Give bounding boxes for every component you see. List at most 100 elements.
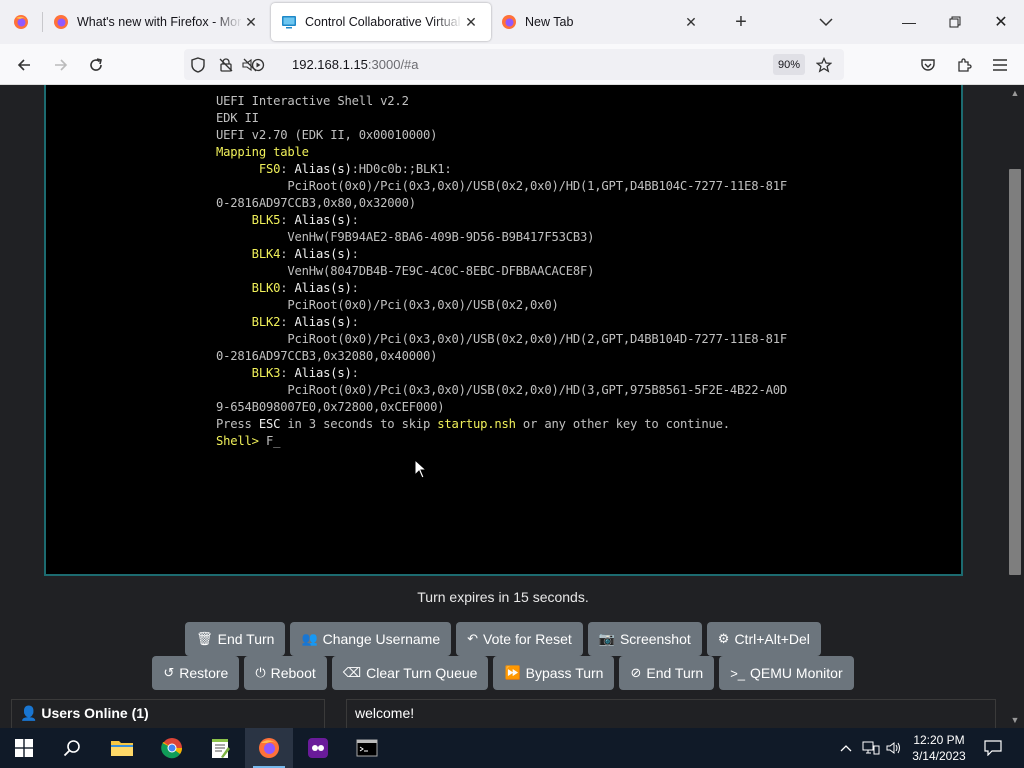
forward-button[interactable] <box>46 50 76 80</box>
taskbar-file-explorer[interactable] <box>98 728 146 768</box>
page-scrollbar[interactable]: ▲ ▼ <box>1006 85 1024 728</box>
console-text: or any other key to continue. <box>515 417 730 431</box>
scroll-up-icon[interactable]: ▲ <box>1010 88 1020 98</box>
console-text: PciRoot(0x0)/Pci(0x3,0x0)/USB(0x2,0x0)/H… <box>216 179 787 193</box>
screenshot-button[interactable]: 📷 Screenshot <box>587 622 702 656</box>
firefox-icon <box>259 738 279 758</box>
uefi-console-output: UEFI Interactive Shell v2.2 EDK II UEFI v2… <box>216 93 787 450</box>
extensions-button[interactable] <box>949 50 979 80</box>
firefox-view-button[interactable] <box>0 0 42 44</box>
end-turn-button[interactable]: ⊘ End Turn <box>619 656 715 690</box>
console-line: BLK0: Alias(s): <box>216 280 787 297</box>
taskbar-chrome[interactable] <box>148 728 196 768</box>
console-text: : <box>280 213 295 227</box>
permissions-blocked-icon[interactable] <box>217 56 235 74</box>
console-text: UEFI Interactive Shell v2.2 <box>216 94 409 108</box>
volume-tray-button[interactable] <box>884 728 904 768</box>
scroll-down-icon[interactable]: ▼ <box>1010 715 1020 725</box>
tab-close-icon[interactable]: ✕ <box>241 12 261 32</box>
network-tray-button[interactable] <box>860 728 882 768</box>
plus-icon: + <box>735 10 747 33</box>
notifications-button[interactable] <box>978 728 1008 768</box>
chevron-down-icon <box>819 18 833 27</box>
terminal-icon: >_ <box>730 665 746 681</box>
arrow-right-icon <box>55 59 68 71</box>
undo-icon: ↶ <box>467 631 479 646</box>
bookmark-star-icon[interactable] <box>814 55 834 75</box>
console-text: F_ <box>265 434 281 448</box>
trash-icon: 🗑 <box>196 631 213 646</box>
console-text: : <box>280 366 295 380</box>
tab-close-icon[interactable]: ✕ <box>461 12 481 32</box>
console-line: Press ESC in 3 seconds to skip startup.n… <box>216 416 787 433</box>
taskbar-app-purple[interactable] <box>294 728 342 768</box>
button-label: Clear Turn Queue <box>366 665 478 681</box>
zoom-level-button[interactable]: 90% <box>773 54 805 75</box>
url-text: 192.168.1.15:3000/#a <box>292 57 419 72</box>
bypass-turn-button[interactable]: ⏩ Bypass Turn <box>493 656 615 690</box>
list-all-tabs-button[interactable] <box>812 8 840 36</box>
pocket-button[interactable] <box>913 50 943 80</box>
tab-new-tab[interactable]: New Tab ✕ <box>491 3 711 41</box>
shield-icon[interactable] <box>189 56 207 74</box>
back-button[interactable] <box>9 50 39 80</box>
console-text: VenHw(8047DB4B-7E9C-4C0C-8EBC-DFBBAACACE… <box>216 264 595 278</box>
chat-panel: welcome! <box>346 699 996 728</box>
change-username-button[interactable]: 👥 Change Username <box>290 622 452 656</box>
console-text: Alias(s) <box>294 366 352 380</box>
console-line: PciRoot(0x0)/Pci(0x3,0x0)/USB(0x2,0x0)/H… <box>216 331 787 348</box>
url-bar[interactable]: 192.168.1.15:3000/#a 90% <box>184 49 844 80</box>
restore-button[interactable]: ↺ Restore <box>152 656 240 690</box>
notification-icon <box>984 740 1002 756</box>
qemu-monitor-button[interactable]: >_ QEMU Monitor <box>719 656 854 690</box>
close-window-button[interactable]: ✕ <box>978 0 1024 44</box>
purple-app-icon <box>308 738 328 758</box>
button-label: Vote for Reset <box>483 631 572 647</box>
vm-display[interactable]: UEFI Interactive Shell v2.2 EDK II UEFI v2… <box>44 85 963 576</box>
console-text: BLK4 <box>216 247 281 261</box>
console-text: Alias(s) <box>294 213 352 227</box>
console-line: Mapping table <box>216 144 787 161</box>
button-label: Restore <box>179 665 229 681</box>
end-turn-button[interactable]: 🗑 End Turn <box>185 622 286 656</box>
console-text: FS0 <box>216 162 281 176</box>
ctrl-alt-del-button[interactable]: ⚙ Ctrl+Alt+Del <box>706 622 821 656</box>
console-text: : <box>351 281 359 295</box>
tab-close-icon[interactable]: ✕ <box>681 12 701 32</box>
forward-icon: ⏩ <box>504 665 521 680</box>
console-line: BLK2: Alias(s): <box>216 314 787 331</box>
taskbar-command-prompt[interactable] <box>343 728 391 768</box>
taskbar-notepadpp[interactable] <box>196 728 244 768</box>
tab-whats-new[interactable]: What's new with Firefox - More ✕ <box>43 3 271 41</box>
console-text: Alias(s) <box>294 281 352 295</box>
autoplay-blocked-icon[interactable] <box>241 56 267 74</box>
reload-button[interactable] <box>81 50 111 80</box>
button-label: End Turn <box>217 631 275 647</box>
chat-message: welcome! <box>355 705 415 721</box>
turn-expiry-message: Turn expires in 15 seconds. <box>417 589 589 605</box>
reboot-button[interactable]: ⏻ Reboot <box>244 656 327 690</box>
minimize-icon: — <box>902 14 916 30</box>
minimize-button[interactable]: — <box>886 0 932 44</box>
restore-window-icon <box>949 16 961 28</box>
restore-window-button[interactable] <box>932 0 978 44</box>
vote-for-reset-button[interactable]: ↶ Vote for Reset <box>456 622 583 656</box>
clear-turn-queue-button[interactable]: ⌫ Clear Turn Queue <box>331 656 489 690</box>
new-tab-button[interactable]: + <box>723 3 759 41</box>
start-button[interactable] <box>0 728 48 768</box>
tab-title: Control Collaborative Virtual M <box>305 15 461 29</box>
search-button[interactable] <box>48 728 96 768</box>
folder-icon <box>111 741 133 756</box>
show-hidden-icons-button[interactable] <box>836 728 856 768</box>
monitor-icon <box>282 16 296 29</box>
taskbar-firefox[interactable] <box>245 728 293 768</box>
menu-button[interactable] <box>985 50 1015 80</box>
tab-control-vm[interactable]: Control Collaborative Virtual M ✕ <box>271 3 491 41</box>
button-label: End Turn <box>646 665 704 681</box>
console-text: PciRoot(0x0)/Pci(0x3,0x0)/USB(0x2,0x0)/H… <box>216 383 787 397</box>
firefox-icon <box>502 15 516 29</box>
scrollbar-thumb[interactable] <box>1009 169 1021 575</box>
console-text: startup.nsh <box>437 417 516 431</box>
taskbar-clock[interactable]: 12:20 PM 3/14/2023 <box>905 732 973 764</box>
console-text: : <box>280 315 295 329</box>
